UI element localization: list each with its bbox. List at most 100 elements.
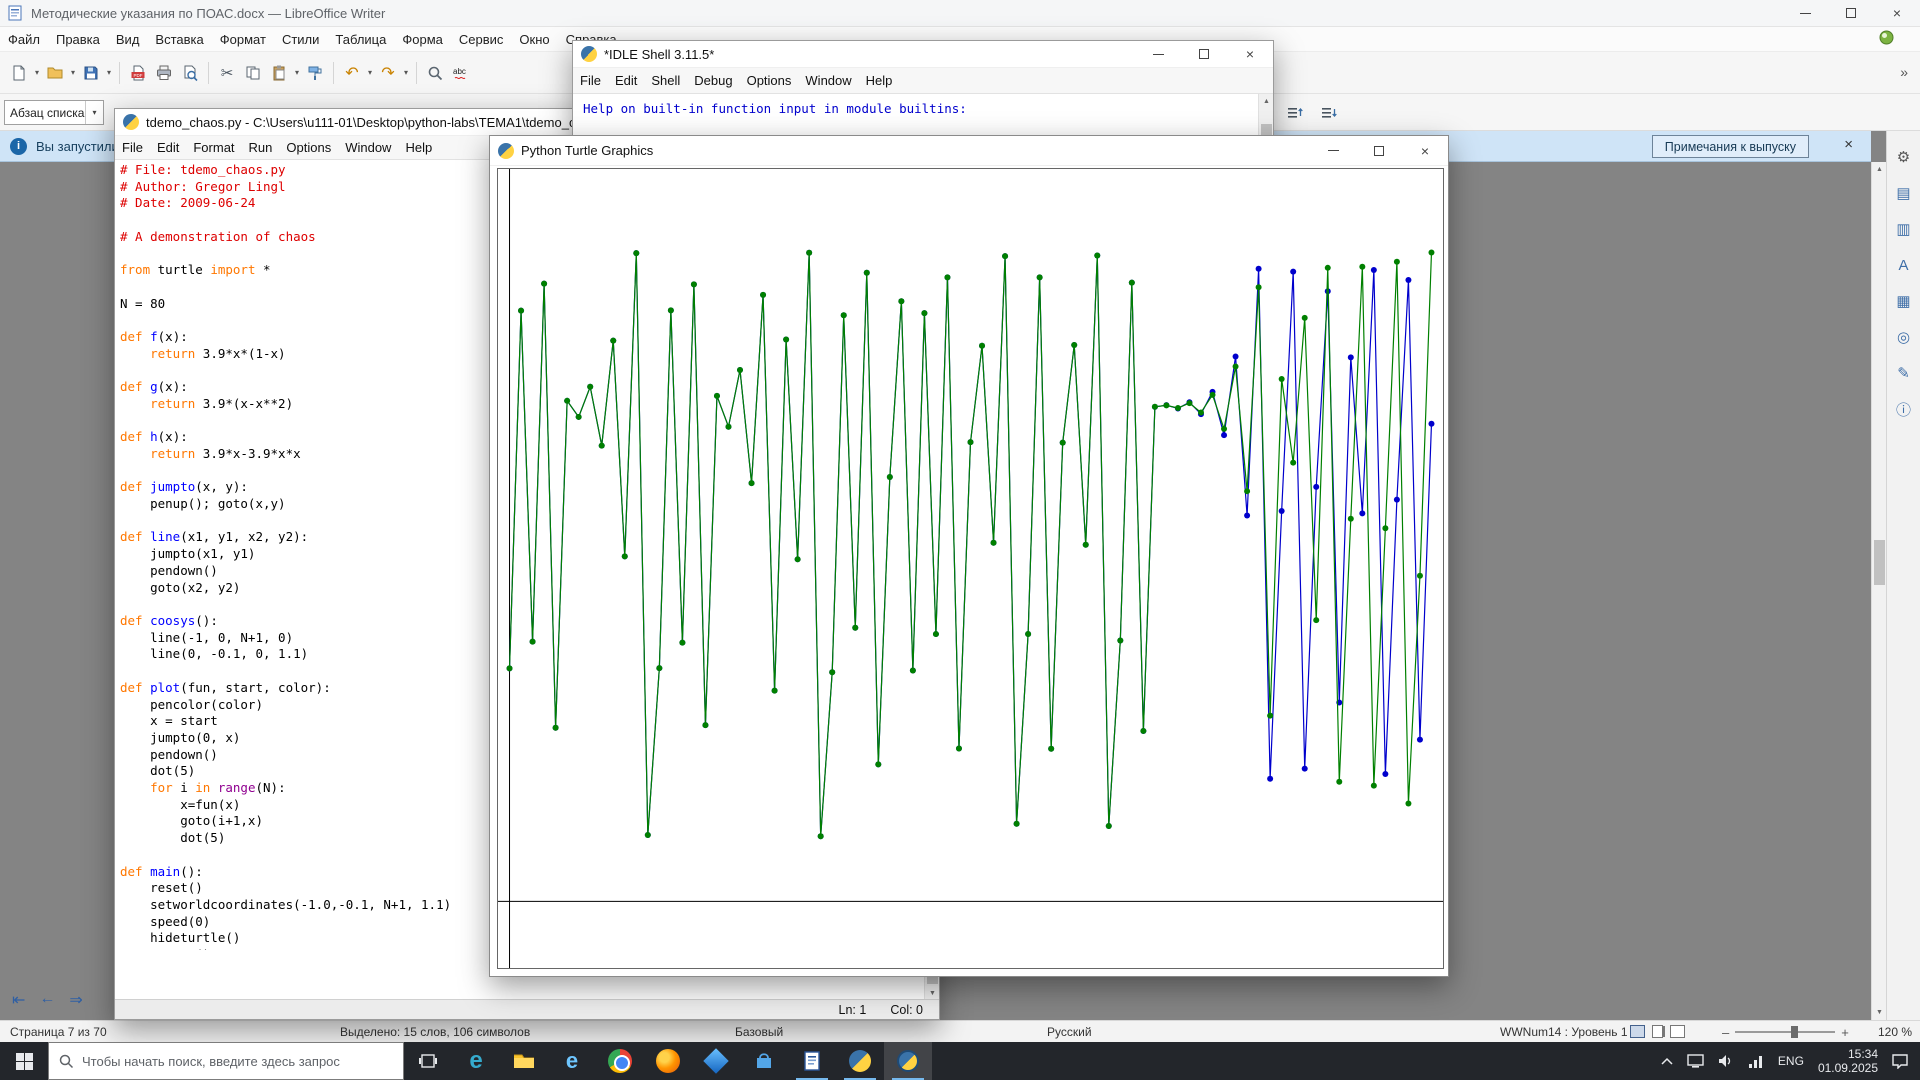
- nav-previous-icon[interactable]: ←: [39, 990, 55, 1010]
- page-number-status[interactable]: Страница 7 из 70: [10, 1021, 107, 1043]
- menu-edit[interactable]: Edit: [150, 136, 186, 159]
- nav-next-icon[interactable]: ⇒: [69, 990, 82, 1010]
- maximize-button[interactable]: [1828, 0, 1874, 26]
- menu-edit[interactable]: Правка: [48, 27, 108, 51]
- menu-window[interactable]: Window: [338, 136, 398, 159]
- menu-options[interactable]: Options: [740, 68, 799, 93]
- redo-icon[interactable]: ↷: [375, 60, 401, 86]
- minimize-button[interactable]: [1782, 0, 1828, 26]
- infobar-close-icon[interactable]: ×: [1844, 136, 1853, 153]
- menu-help[interactable]: Help: [859, 68, 900, 93]
- menu-form[interactable]: Форма: [394, 27, 451, 51]
- taskbar-search-box[interactable]: Чтобы начать поиск, введите здесь запрос: [48, 1042, 404, 1080]
- export-pdf-icon[interactable]: PDF: [125, 60, 151, 86]
- minimize-button[interactable]: [1135, 41, 1181, 67]
- close-button[interactable]: ×: [1402, 136, 1448, 165]
- open-file-dropdown-icon[interactable]: ▾: [68, 68, 78, 77]
- print-preview-icon[interactable]: [177, 60, 203, 86]
- speaker-icon[interactable]: [1718, 1054, 1734, 1068]
- menu-window[interactable]: Окно: [511, 27, 557, 51]
- open-file-icon[interactable]: [42, 60, 68, 86]
- new-document-dropdown-icon[interactable]: ▾: [32, 68, 42, 77]
- page-deck-icon[interactable]: ▥: [1887, 211, 1920, 247]
- accessibility-check-icon[interactable]: ⓘ: [1887, 391, 1920, 427]
- display-icon[interactable]: [1687, 1054, 1704, 1068]
- menu-options[interactable]: Options: [279, 136, 338, 159]
- menu-file[interactable]: Файл: [0, 27, 48, 51]
- taskbar-app-file-explorer[interactable]: [500, 1042, 548, 1080]
- shell-titlebar[interactable]: *IDLE Shell 3.11.5* ×: [573, 41, 1273, 68]
- menu-file[interactable]: File: [115, 136, 150, 159]
- find-replace-icon[interactable]: [422, 60, 448, 86]
- menu-tools[interactable]: Сервис: [451, 27, 512, 51]
- paste-dropdown-icon[interactable]: ▾: [292, 68, 302, 77]
- zoom-slider-thumb[interactable]: [1791, 1026, 1799, 1038]
- menu-format[interactable]: Формат: [212, 27, 274, 51]
- task-view-button[interactable]: [404, 1042, 452, 1080]
- properties-deck-icon[interactable]: ▤: [1887, 175, 1920, 211]
- scrollbar-thumb[interactable]: [1874, 540, 1885, 585]
- maximize-button[interactable]: [1181, 41, 1227, 67]
- taskbar-app-python-turtle[interactable]: [884, 1042, 932, 1080]
- clone-formatting-icon[interactable]: [302, 60, 328, 86]
- keyboard-language-indicator[interactable]: ENG: [1778, 1054, 1804, 1068]
- menu-edit[interactable]: Edit: [608, 68, 644, 93]
- zoom-percentage[interactable]: 120 %: [1878, 1021, 1912, 1043]
- menu-window[interactable]: Window: [798, 68, 858, 93]
- new-document-icon[interactable]: [6, 60, 32, 86]
- close-button[interactable]: ×: [1874, 0, 1920, 26]
- undo-dropdown-icon[interactable]: ▾: [365, 68, 375, 77]
- book-view-icon[interactable]: [1670, 1025, 1685, 1038]
- taskbar-app-firefox[interactable]: [644, 1042, 692, 1080]
- scroll-down-icon[interactable]: ▼: [1872, 1005, 1887, 1020]
- language-status[interactable]: Русский: [1047, 1021, 1092, 1043]
- zoom-in-icon[interactable]: +: [1841, 1025, 1849, 1040]
- tray-expand-chevron-icon[interactable]: [1661, 1057, 1673, 1065]
- menu-table[interactable]: Таблица: [327, 27, 394, 51]
- document-vertical-scrollbar[interactable]: ▲ ▼: [1871, 162, 1886, 1020]
- scroll-up-icon[interactable]: ▲: [1259, 94, 1274, 109]
- save-dropdown-icon[interactable]: ▾: [104, 68, 114, 77]
- word-count-status[interactable]: Выделено: 15 слов, 106 символов: [340, 1021, 530, 1043]
- paragraph-style-combobox[interactable]: Абзац списка ▾: [4, 100, 104, 125]
- maximize-button[interactable]: [1356, 136, 1402, 165]
- redo-dropdown-icon[interactable]: ▾: [401, 68, 411, 77]
- nav-first-page-icon[interactable]: ⇤: [12, 990, 25, 1010]
- menu-styles[interactable]: Стили: [274, 27, 327, 51]
- gallery-deck-icon[interactable]: ▦: [1887, 283, 1920, 319]
- menu-debug[interactable]: Debug: [687, 68, 739, 93]
- scroll-up-icon[interactable]: ▲: [1872, 162, 1887, 177]
- menu-run[interactable]: Run: [242, 136, 280, 159]
- release-notes-button[interactable]: Примечания к выпуску: [1651, 135, 1809, 158]
- navigator-deck-icon[interactable]: ◎: [1887, 319, 1920, 355]
- taskbar-app-diamond[interactable]: [692, 1042, 740, 1080]
- close-button[interactable]: ×: [1227, 41, 1273, 67]
- single-page-view-icon[interactable]: [1630, 1025, 1645, 1038]
- line-spacing-icon[interactable]: [1282, 100, 1308, 126]
- zoom-slider[interactable]: [1735, 1026, 1836, 1038]
- styles-deck-icon[interactable]: A: [1887, 247, 1920, 283]
- print-icon[interactable]: [151, 60, 177, 86]
- paragraph-style-dropdown-icon[interactable]: ▾: [85, 101, 103, 124]
- taskbar-app-edge[interactable]: e: [452, 1042, 500, 1080]
- menu-view[interactable]: Вид: [108, 27, 148, 51]
- menu-insert[interactable]: Вставка: [147, 27, 211, 51]
- zoom-out-icon[interactable]: –: [1722, 1025, 1729, 1040]
- taskbar-app-python-idle[interactable]: [836, 1042, 884, 1080]
- taskbar-app-internet-explorer[interactable]: e: [548, 1042, 596, 1080]
- writer-titlebar[interactable]: Методические указания по ПОАС.docx — Lib…: [0, 0, 1920, 27]
- toolbar-overflow-icon[interactable]: »: [1900, 64, 1908, 80]
- page-style-status[interactable]: Базовый: [735, 1021, 783, 1043]
- sidebar-settings-icon[interactable]: ⚙: [1887, 139, 1920, 175]
- cut-icon[interactable]: ✂: [214, 60, 240, 86]
- copy-icon[interactable]: [240, 60, 266, 86]
- undo-icon[interactable]: ↶: [339, 60, 365, 86]
- action-center-icon[interactable]: [1892, 1053, 1908, 1069]
- minimize-button[interactable]: [1310, 136, 1356, 165]
- start-button[interactable]: [0, 1042, 48, 1080]
- taskbar-app-writer[interactable]: [788, 1042, 836, 1080]
- taskbar-app-store[interactable]: [740, 1042, 788, 1080]
- multi-page-view-icon[interactable]: [1652, 1025, 1663, 1038]
- taskbar-app-chrome[interactable]: [596, 1042, 644, 1080]
- clock[interactable]: 15:34 01.09.2025: [1818, 1047, 1878, 1075]
